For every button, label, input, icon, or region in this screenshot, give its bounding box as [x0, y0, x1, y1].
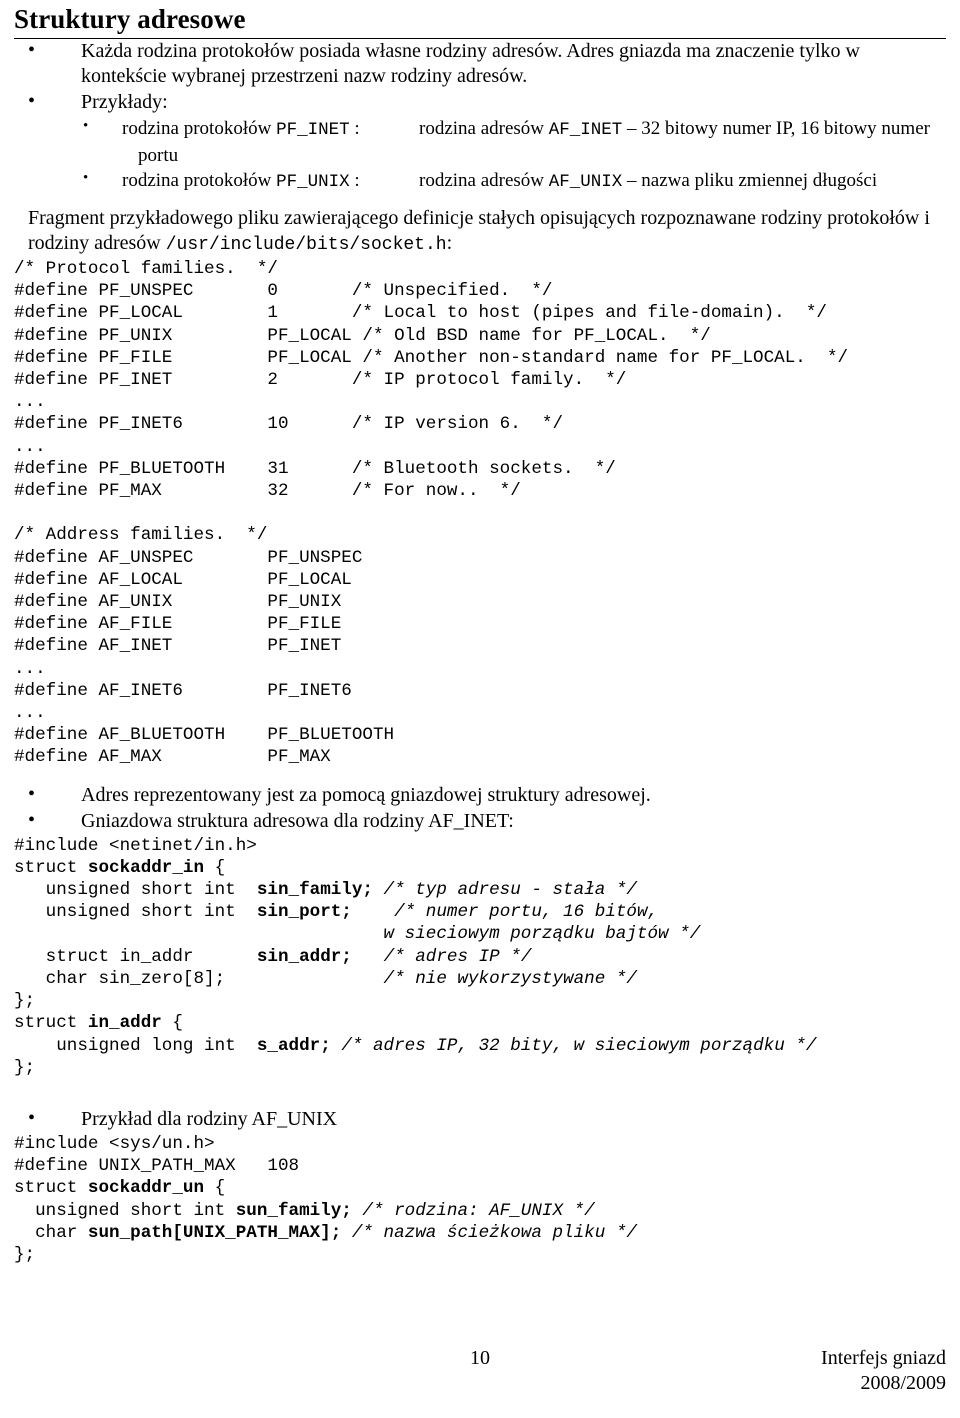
address-struct-bullet-list: Adres reprezentowany jest za pomocą gnia…	[14, 782, 946, 834]
example-address-family: rodzina adresów AF_UNIX – nazwa pliku zm…	[419, 168, 946, 195]
examples-bullet-list-2: rodzina protokołów PF_UNIX : rodzina adr…	[14, 166, 946, 195]
header-file-path: /usr/include/bits/socket.h	[165, 235, 447, 255]
code-block-sockaddr-un: #include <sys/un.h> #define UNIX_PATH_MA…	[14, 1133, 637, 1265]
description-colon: :	[446, 232, 453, 254]
list-item: rodzina protokołów PF_UNIX : rodzina adr…	[14, 166, 946, 195]
list-item: Przykład dla rodziny AF_UNIX	[14, 1106, 946, 1132]
list-item: Adres reprezentowany jest za pomocą gnia…	[14, 782, 946, 808]
code-block-sockaddr-in: #include <netinet/in.h> struct sockaddr_…	[14, 835, 817, 1078]
footer-course-title: Interfejs gniazd	[821, 1347, 946, 1369]
example-right-prefix: rodzina adresów	[419, 118, 549, 139]
example-left-code: PF_UNIX	[276, 172, 350, 192]
example-left-suffix: :	[349, 118, 360, 139]
example-address-family: rodzina adresów AF_INET – 32 bitowy nume…	[419, 116, 946, 143]
af-unix-bullet-list: Przykład dla rodziny AF_UNIX	[14, 1106, 946, 1132]
example-row: rodzina protokołów PF_UNIX : rodzina adr…	[122, 168, 946, 195]
examples-bullet-list: rodzina protokołów PF_INET : rodzina adr…	[14, 114, 946, 143]
example-right-suffix: – 32 bitowy numer IP, 16 bitowy numer	[622, 118, 930, 139]
footer-course-info: Interfejs gniazd 2008/2009	[821, 1346, 946, 1396]
example-right-code: AF_UNIX	[548, 172, 623, 192]
page-footer: 10 Interfejs gniazd 2008/2009	[14, 1346, 946, 1402]
list-item: Gniazdowa struktura adresowa dla rodziny…	[14, 808, 946, 834]
document-page: Struktury adresowe Każda rodzina protoko…	[0, 4, 960, 1418]
example-protocol-family: rodzina protokołów PF_UNIX :	[122, 168, 419, 195]
page-title: Struktury adresowe	[14, 4, 246, 34]
description-text: Fragment przykładowego pliku zawierające…	[28, 207, 930, 254]
intro-bullet-list: Każda rodzina protokołów posiada własne …	[14, 38, 946, 115]
example-left-code: PF_INET	[276, 120, 350, 140]
example-right-prefix: rodzina adresów	[419, 170, 549, 191]
footer-academic-year: 2008/2009	[860, 1372, 946, 1394]
list-item: Każda rodzina protokołów posiada własne …	[14, 38, 946, 89]
footer-page-number: 10	[470, 1347, 490, 1369]
example-continuation: portu	[138, 145, 179, 166]
socket-header-description: Fragment przykładowego pliku zawierające…	[14, 206, 946, 258]
list-item: Przykłady:	[14, 89, 946, 115]
example-left-prefix: rodzina protokołów	[122, 170, 277, 191]
example-left-suffix: :	[349, 170, 360, 191]
example-protocol-family: rodzina protokołów PF_INET :	[122, 116, 419, 143]
example-right-suffix: – nazwa pliku zmiennej długości	[622, 170, 878, 191]
list-item: rodzina protokołów PF_INET : rodzina adr…	[14, 114, 946, 143]
example-right-code: AF_INET	[548, 120, 623, 140]
example-row: rodzina protokołów PF_INET : rodzina adr…	[122, 116, 946, 143]
code-block-socket-h: /* Protocol families. */ #define PF_UNSP…	[14, 259, 849, 768]
example-left-prefix: rodzina protokołów	[122, 118, 277, 139]
